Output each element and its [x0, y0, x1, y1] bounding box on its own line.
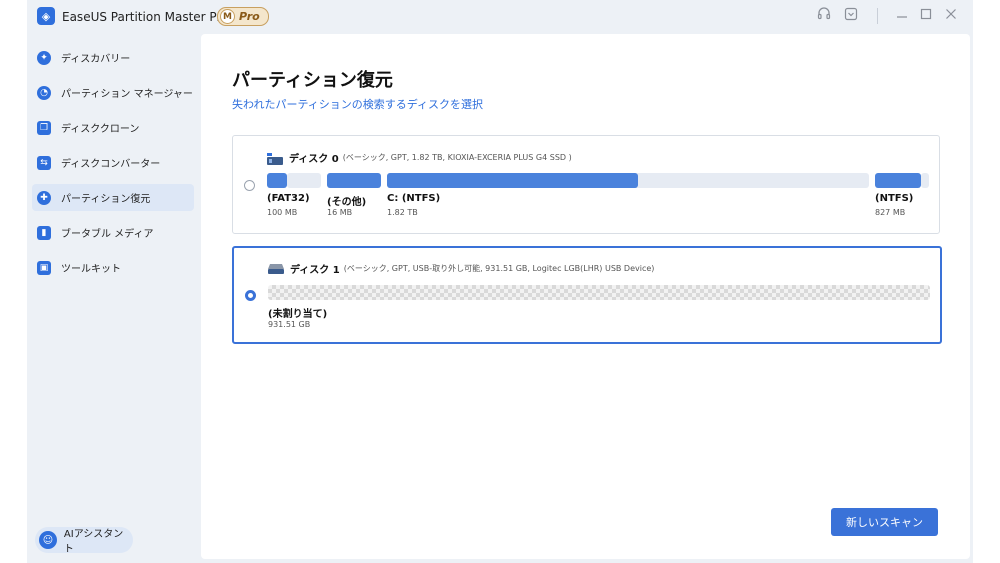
- partition-bar-fat32-free: [287, 173, 321, 188]
- toolbox-icon: ▣: [37, 260, 51, 275]
- sidebar-item-bootable-media[interactable]: ▮ ブータブル メディア: [32, 219, 194, 246]
- partition-label: (FAT32): [267, 193, 310, 204]
- partition-label: C: (NTFS): [387, 193, 441, 204]
- robot-icon: ☺: [39, 531, 57, 549]
- disk-0-radio[interactable]: [244, 180, 255, 191]
- sidebar-item-label: パーティション マネージャー: [61, 89, 193, 100]
- sidebar-item-discovery[interactable]: ✦ ディスカバリー: [32, 44, 194, 71]
- partition-bar-ntfs[interactable]: [875, 173, 921, 188]
- partition-size: 100 MB: [267, 208, 298, 217]
- sidebar-item-label: ツールキット: [61, 264, 121, 275]
- sidebar-item-partition-recovery[interactable]: ✚ パーティション復元: [32, 184, 194, 211]
- recovery-icon: ✚: [37, 190, 51, 205]
- pie-chart-icon: ◔: [37, 85, 51, 100]
- headset-icon[interactable]: [815, 7, 833, 25]
- compass-icon: ✦: [37, 50, 51, 65]
- partition-label: (その他): [327, 197, 367, 208]
- convert-icon: ⇆: [37, 155, 51, 170]
- disk-header: ディスク 1 (ベーシック, GPT, USB-取り外し可能, 931.51 G…: [268, 261, 654, 276]
- partition-size: 827 MB: [875, 208, 906, 217]
- disk-desc: (ベーシック, GPT, 1.82 TB, KIOXIA-EXCERIA PLU…: [342, 153, 572, 162]
- disk-name: ディスク 0: [289, 154, 339, 165]
- partition-label: (未割り当て): [268, 309, 328, 320]
- sidebar-item-label: ディスクコンバーター: [61, 159, 161, 170]
- badge-letter: M: [220, 9, 235, 24]
- sidebar-item-disk-clone[interactable]: ❐ ディスククローン: [32, 114, 194, 141]
- close-icon[interactable]: [942, 7, 960, 25]
- sidebar: ✦ ディスカバリー ◔ パーティション マネージャー ❐ ディスククローン ⇆ …: [27, 44, 199, 289]
- partition-size: 931.51 GB: [268, 320, 311, 329]
- app-title: EaseUS Partition Master Pro版: [62, 10, 241, 24]
- usb-icon: ▮: [37, 225, 51, 240]
- new-scan-button[interactable]: 新しいスキャン: [831, 508, 938, 536]
- title-bar: ◈ EaseUS Partition Master Pro版 M Pro: [27, 0, 973, 32]
- sidebar-item-toolkit[interactable]: ▣ ツールキット: [32, 254, 194, 281]
- partition-label: (NTFS): [875, 193, 914, 204]
- ai-assistant-button[interactable]: ☺ AIアシスタント: [35, 527, 133, 555]
- page-subtitle: 失われたパーティションの検索するディスクを選択: [232, 98, 484, 111]
- sidebar-item-label: パーティション復元: [61, 194, 151, 205]
- page-title: パーティション復元: [232, 70, 393, 91]
- ssd-icon: [267, 152, 283, 165]
- maximize-icon[interactable]: [917, 7, 935, 25]
- partition-bar-other[interactable]: [327, 173, 381, 188]
- partition-bar-unallocated[interactable]: [268, 285, 930, 300]
- disk-1-radio[interactable]: [245, 290, 256, 301]
- partition-bar-ntfs-free: [921, 173, 929, 188]
- disk-desc: (ベーシック, GPT, USB-取り外し可能, 931.51 GB, Logi…: [343, 264, 655, 273]
- partition-bar-fat32[interactable]: [267, 173, 287, 188]
- disk-card-0[interactable]: ディスク 0 (ベーシック, GPT, 1.82 TB, KIOXIA-EXCE…: [232, 135, 940, 234]
- clone-icon: ❐: [37, 120, 51, 135]
- partition-size: 16 MB: [327, 208, 353, 217]
- pro-badge[interactable]: M Pro: [217, 7, 269, 26]
- badge-text: Pro: [239, 10, 260, 23]
- sidebar-item-label: ブータブル メディア: [61, 229, 154, 240]
- dropdown-menu-icon[interactable]: [842, 7, 860, 25]
- main-panel: パーティション復元 失われたパーティションの検索するディスクを選択 ディスク 0…: [201, 34, 970, 559]
- sidebar-item-label: ディスククローン: [61, 124, 140, 135]
- sidebar-item-partition-manager[interactable]: ◔ パーティション マネージャー: [32, 79, 194, 106]
- app-window: ◈ EaseUS Partition Master Pro版 M Pro ✦ デ…: [27, 0, 973, 563]
- minimize-icon[interactable]: [893, 7, 911, 25]
- disk-header: ディスク 0 (ベーシック, GPT, 1.82 TB, KIOXIA-EXCE…: [267, 150, 572, 165]
- app-logo-icon: ◈: [37, 7, 55, 25]
- sidebar-item-disk-converter[interactable]: ⇆ ディスクコンバーター: [32, 149, 194, 176]
- partition-bar-c-used: [387, 173, 638, 188]
- sidebar-item-label: ディスカバリー: [61, 54, 131, 65]
- disk-name: ディスク 1: [290, 265, 340, 276]
- disk-card-1[interactable]: ディスク 1 (ベーシック, GPT, USB-取り外し可能, 931.51 G…: [232, 246, 942, 344]
- usb-drive-icon: [268, 263, 284, 274]
- ai-assistant-label: AIアシスタント: [63, 529, 124, 555]
- titlebar-divider: [877, 8, 878, 24]
- partition-size: 1.82 TB: [387, 208, 418, 217]
